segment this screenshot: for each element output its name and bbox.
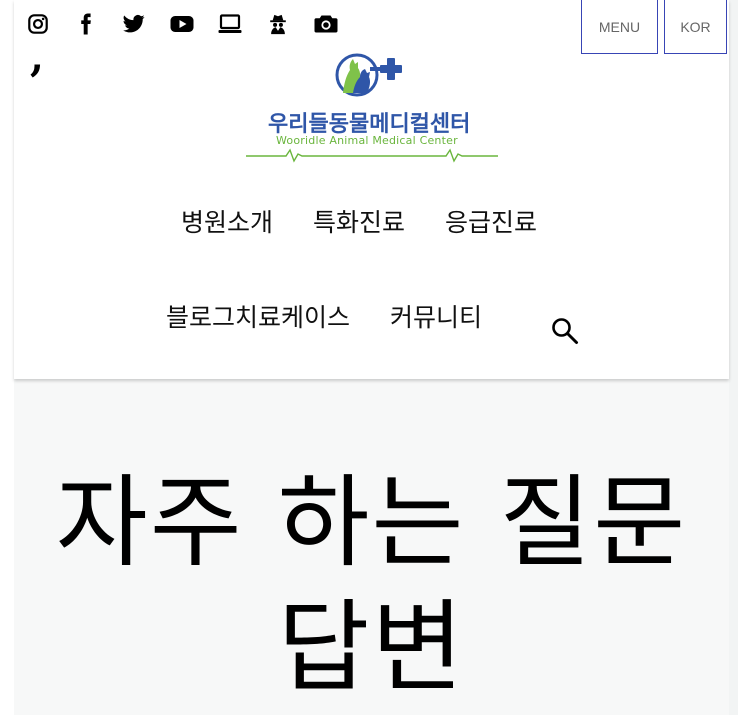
nav-item-hospital-intro[interactable]: 병원소개: [181, 203, 273, 239]
page-title-line-2: 답변: [277, 589, 466, 706]
site-header: , MENU KOR 우리들동물메디컬센터 Wooridle Animal Me…: [14, 0, 729, 379]
camera-icon[interactable]: [314, 12, 338, 36]
nav-item-specialized-care[interactable]: 특화진료: [313, 203, 405, 239]
quote-comma-glyph: ,: [30, 34, 44, 81]
nav-item-community[interactable]: 커뮤니티: [390, 298, 482, 334]
laptop-icon[interactable]: [218, 12, 242, 36]
right-scroll-gutter: [729, 0, 738, 715]
nav-item-emergency-care[interactable]: 응급진료: [445, 203, 537, 239]
main-nav-row-2: 블로그치료케이스 커뮤니티: [166, 298, 522, 334]
logo-subtitle: Wooridle Animal Medical Center: [276, 134, 458, 147]
search-icon[interactable]: [550, 316, 580, 346]
page-title-line-1: 자주 하는 질문: [55, 464, 688, 581]
instagram-icon[interactable]: [26, 12, 50, 36]
menu-button[interactable]: MENU: [581, 0, 658, 54]
nav-item-blog-cases[interactable]: 블로그치료케이스: [166, 298, 350, 334]
page-title: 자주 하는 질문 답변: [14, 460, 729, 710]
site-logo[interactable]: 우리들동물메디컬센터 Wooridle Animal Medical Cente…: [246, 50, 498, 166]
language-button[interactable]: KOR: [664, 0, 727, 54]
spy-icon[interactable]: [266, 12, 290, 36]
main-nav-row-1: 병원소개 특화진료 응급진료: [181, 203, 577, 239]
youtube-icon[interactable]: [170, 12, 194, 36]
left-gutter: [0, 0, 14, 715]
twitter-icon[interactable]: [122, 12, 146, 36]
social-links: [26, 12, 362, 36]
facebook-icon[interactable]: [74, 12, 98, 36]
